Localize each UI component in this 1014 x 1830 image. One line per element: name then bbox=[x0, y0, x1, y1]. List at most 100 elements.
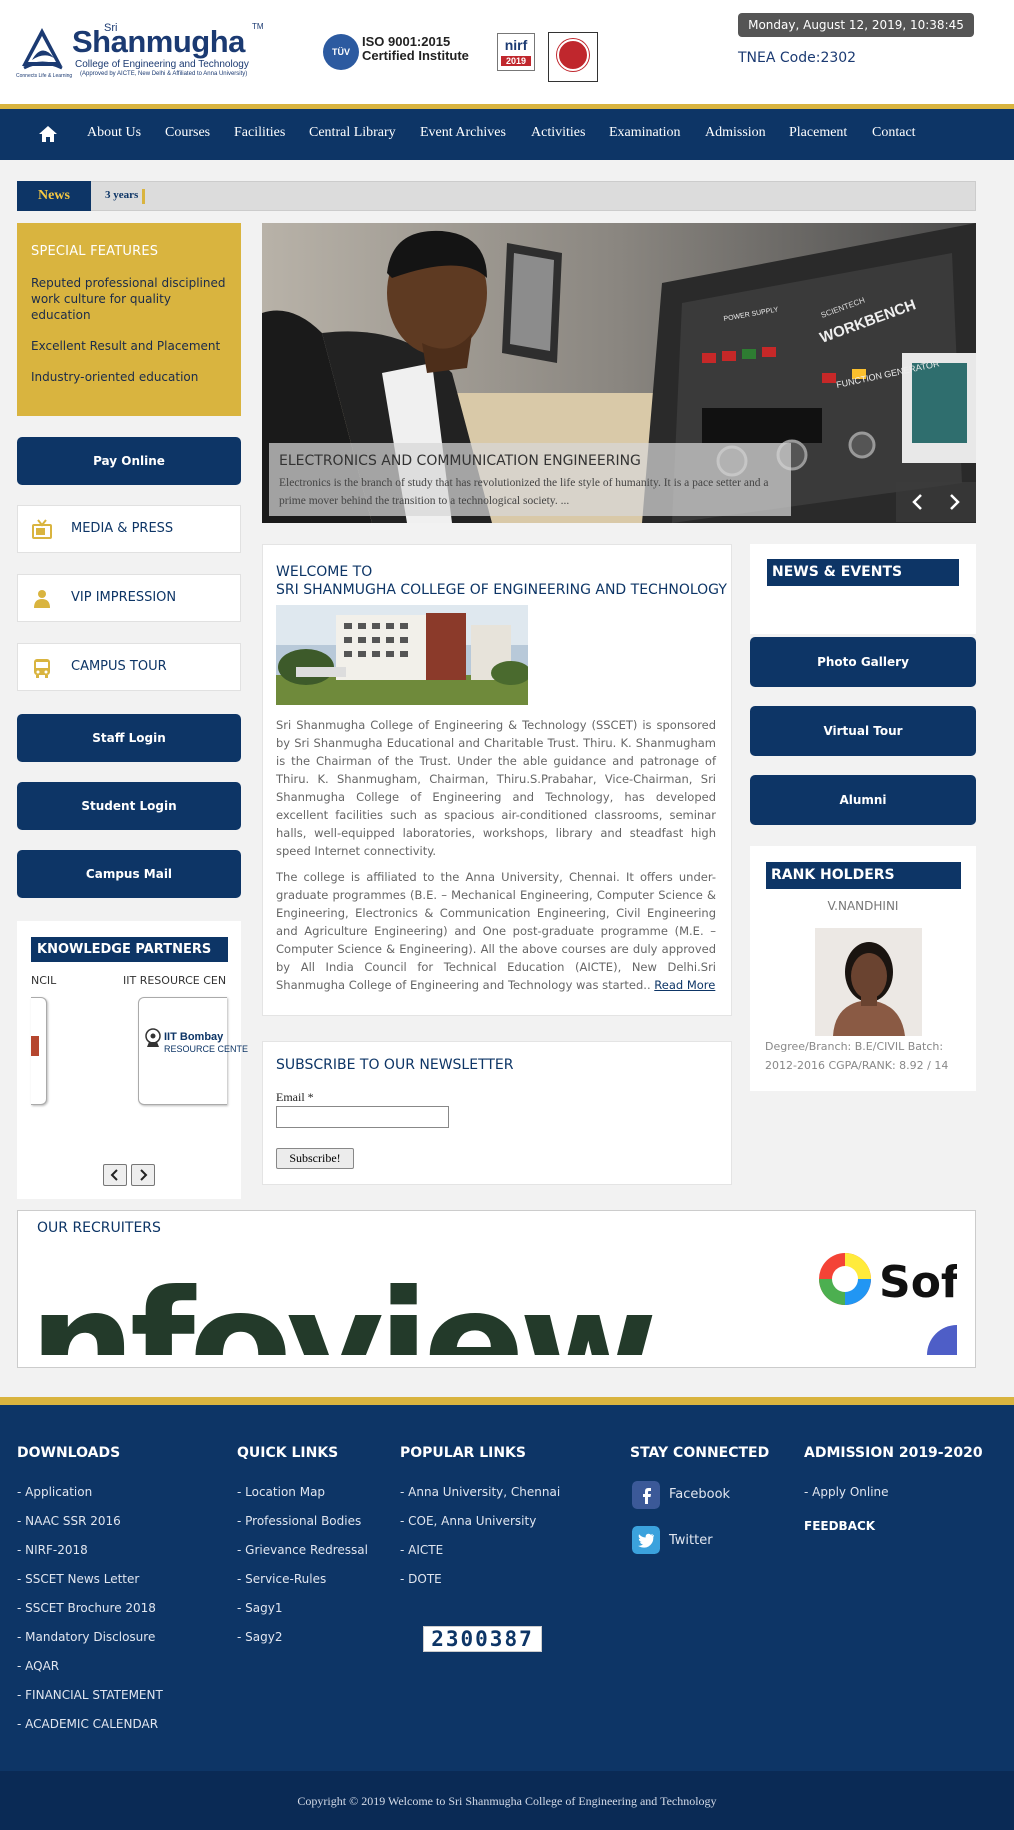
partners-prev-button[interactable] bbox=[103, 1164, 127, 1186]
slider-next-icon[interactable] bbox=[944, 492, 964, 512]
campus-building-image bbox=[276, 605, 528, 705]
chevron-right-icon bbox=[140, 1169, 148, 1181]
footer-link[interactable]: - Mandatory Disclosure bbox=[17, 1630, 155, 1644]
footer-link[interactable]: - ACADEMIC CALENDAR bbox=[17, 1717, 158, 1731]
twitter-link[interactable]: Twitter bbox=[669, 1533, 713, 1548]
home-icon[interactable] bbox=[38, 125, 58, 143]
nirf-text: nirf bbox=[504, 37, 528, 53]
footer-link[interactable]: - FINANCIAL STATEMENT bbox=[17, 1688, 163, 1702]
footer-link[interactable]: - AICTE bbox=[400, 1543, 443, 1557]
vip-impression-label: VIP IMPRESSION bbox=[71, 590, 177, 605]
footer-link[interactable]: - Sagy1 bbox=[237, 1601, 282, 1615]
footer-link[interactable]: - AQAR bbox=[17, 1659, 59, 1673]
footer-link[interactable]: - DOTE bbox=[400, 1572, 442, 1586]
virtual-tour-button[interactable]: Virtual Tour bbox=[750, 706, 976, 756]
partner-label: IIT RESOURCE CEN bbox=[123, 974, 227, 987]
slide-text: Electronics is the branch of study that … bbox=[279, 477, 769, 507]
footer-downloads-title: DOWNLOADS bbox=[17, 1445, 121, 1461]
campus-mail-button[interactable]: Campus Mail bbox=[17, 850, 241, 898]
footer-link[interactable]: - Anna University, Chennai bbox=[400, 1485, 560, 1499]
welcome-paragraph: Sri Shanmugha College of Engineering & T… bbox=[276, 718, 716, 858]
news-ticker-bar bbox=[17, 181, 976, 211]
footer-link[interactable]: - COE, Anna University bbox=[400, 1514, 536, 1528]
footer-link[interactable]: - Location Map bbox=[237, 1485, 325, 1499]
footer-link[interactable]: - NAAC SSR 2016 bbox=[17, 1514, 121, 1528]
footer-popular-links-title: POPULAR LINKS bbox=[400, 1445, 526, 1461]
person-icon bbox=[34, 590, 50, 608]
main-nav bbox=[0, 109, 1014, 160]
nav-event-archives[interactable]: Event Archives bbox=[420, 125, 506, 141]
read-more-link[interactable]: Read More bbox=[654, 978, 715, 992]
slider-nav bbox=[896, 482, 976, 522]
college-logo-icon[interactable] bbox=[18, 22, 66, 74]
welcome-heading-line2: SRI SHANMUGHA COLLEGE OF ENGINEERING AND… bbox=[276, 582, 727, 598]
nirf-year: 2019 bbox=[501, 56, 531, 66]
footer-link[interactable]: - Application bbox=[17, 1485, 92, 1499]
nav-examination[interactable]: Examination bbox=[609, 125, 681, 141]
feedback-link[interactable]: FEEDBACK bbox=[804, 1519, 875, 1533]
recruiters-carousel[interactable]: nfoview Soft bbox=[37, 1245, 957, 1355]
tv-icon bbox=[32, 519, 52, 539]
rank-holder-info: Degree/Branch: B.E/CIVIL Batch: 2012-201… bbox=[765, 1040, 949, 1072]
footer-link[interactable]: - NIRF-2018 bbox=[17, 1543, 88, 1557]
staff-login-button[interactable]: Staff Login bbox=[17, 714, 241, 762]
subscribe-button[interactable]: Subscribe! bbox=[276, 1148, 354, 1169]
tnea-code: TNEA Code:2302 bbox=[738, 50, 857, 66]
news-events-title: NEWS & EVENTS bbox=[767, 559, 959, 586]
iit-bombay-line2: RESOURCE CENTE bbox=[164, 1044, 249, 1054]
vip-impression-button[interactable]: VIP IMPRESSION bbox=[17, 574, 241, 622]
welcome-paragraph-text: The college is affiliated to the Anna Un… bbox=[276, 870, 716, 992]
student-login-button[interactable]: Student Login bbox=[17, 782, 241, 830]
pay-online-button[interactable]: Pay Online bbox=[17, 437, 241, 485]
footer-link[interactable]: - SSCET News Letter bbox=[17, 1572, 139, 1586]
news-events-box bbox=[750, 544, 976, 634]
campus-tour-button[interactable]: CAMPUS TOUR bbox=[17, 643, 241, 691]
visitor-counter: 2300387 bbox=[423, 1626, 542, 1652]
nav-placement[interactable]: Placement bbox=[789, 125, 847, 141]
footer-link[interactable]: - Service-Rules bbox=[237, 1572, 326, 1586]
footer-link[interactable]: - Grievance Redressal bbox=[237, 1543, 368, 1557]
alumni-button[interactable]: Alumni bbox=[750, 775, 976, 825]
media-press-label: MEDIA & PRESS bbox=[71, 521, 174, 536]
welcome-heading-line1: WELCOME TO bbox=[276, 564, 373, 580]
footer-admission-title: ADMISSION 2019-2020 bbox=[804, 1445, 983, 1461]
nav-about-us[interactable]: About Us bbox=[87, 125, 141, 141]
nirf-badge[interactable]: nirf 2019 bbox=[497, 33, 535, 71]
nav-facilities[interactable]: Facilities bbox=[234, 125, 285, 141]
iso-line1: ISO 9001:2015 bbox=[362, 34, 451, 49]
nav-courses[interactable]: Courses bbox=[165, 125, 210, 141]
datetime-display: Monday, August 12, 2019, 10:38:45 PM bbox=[738, 13, 974, 56]
partners-next-button[interactable] bbox=[131, 1164, 155, 1186]
footer-quick-links-title: QUICK LINKS bbox=[237, 1445, 339, 1461]
media-press-button[interactable]: MEDIA & PRESS bbox=[17, 505, 241, 553]
iit-bombay-text: IIT Bombay RESOURCE CENTE bbox=[164, 1031, 248, 1055]
photo-gallery-button[interactable]: Photo Gallery bbox=[750, 637, 976, 687]
footer-link[interactable]: - SSCET Brochure 2018 bbox=[17, 1601, 156, 1615]
nav-central-library[interactable]: Central Library bbox=[309, 125, 396, 141]
rank-holder-name: V.NANDHINI bbox=[827, 899, 899, 913]
footer-link[interactable]: - Sagy2 bbox=[237, 1630, 282, 1644]
special-features-title: SPECIAL FEATURES bbox=[31, 244, 159, 259]
partner-card[interactable] bbox=[31, 997, 47, 1105]
twitter-icon[interactable] bbox=[632, 1526, 660, 1554]
campus-tour-label: CAMPUS TOUR bbox=[71, 659, 167, 674]
footer-link[interactable]: - Professional Bodies bbox=[237, 1514, 361, 1528]
nav-activities[interactable]: Activities bbox=[531, 125, 585, 141]
knowledge-partners-title: KNOWLEDGE PARTNERS bbox=[31, 937, 228, 962]
recruiter-logo[interactable]: nfoview bbox=[37, 1259, 659, 1355]
nav-admission[interactable]: Admission bbox=[705, 125, 766, 141]
news-ticker-text[interactable]: 3 years bbox=[105, 189, 146, 204]
slider-prev-icon[interactable] bbox=[908, 492, 928, 512]
iso-line2: Certified Institute bbox=[362, 48, 469, 63]
facebook-icon[interactable] bbox=[632, 1481, 660, 1509]
facebook-link[interactable]: Facebook bbox=[669, 1487, 730, 1502]
footer-stay-connected-title: STAY CONNECTED bbox=[630, 1445, 770, 1461]
accreditation-seal-icon[interactable] bbox=[548, 32, 598, 82]
logo-tm: TM bbox=[252, 22, 264, 31]
logo-name[interactable]: Shanmugha bbox=[72, 24, 245, 60]
recruiter-logo[interactable]: Soft bbox=[879, 1257, 957, 1308]
newsletter-title: SUBSCRIBE TO OUR NEWSLETTER bbox=[276, 1057, 514, 1073]
apply-online-link[interactable]: - Apply Online bbox=[804, 1485, 889, 1499]
nav-contact[interactable]: Contact bbox=[872, 125, 916, 141]
email-field[interactable] bbox=[276, 1106, 449, 1128]
